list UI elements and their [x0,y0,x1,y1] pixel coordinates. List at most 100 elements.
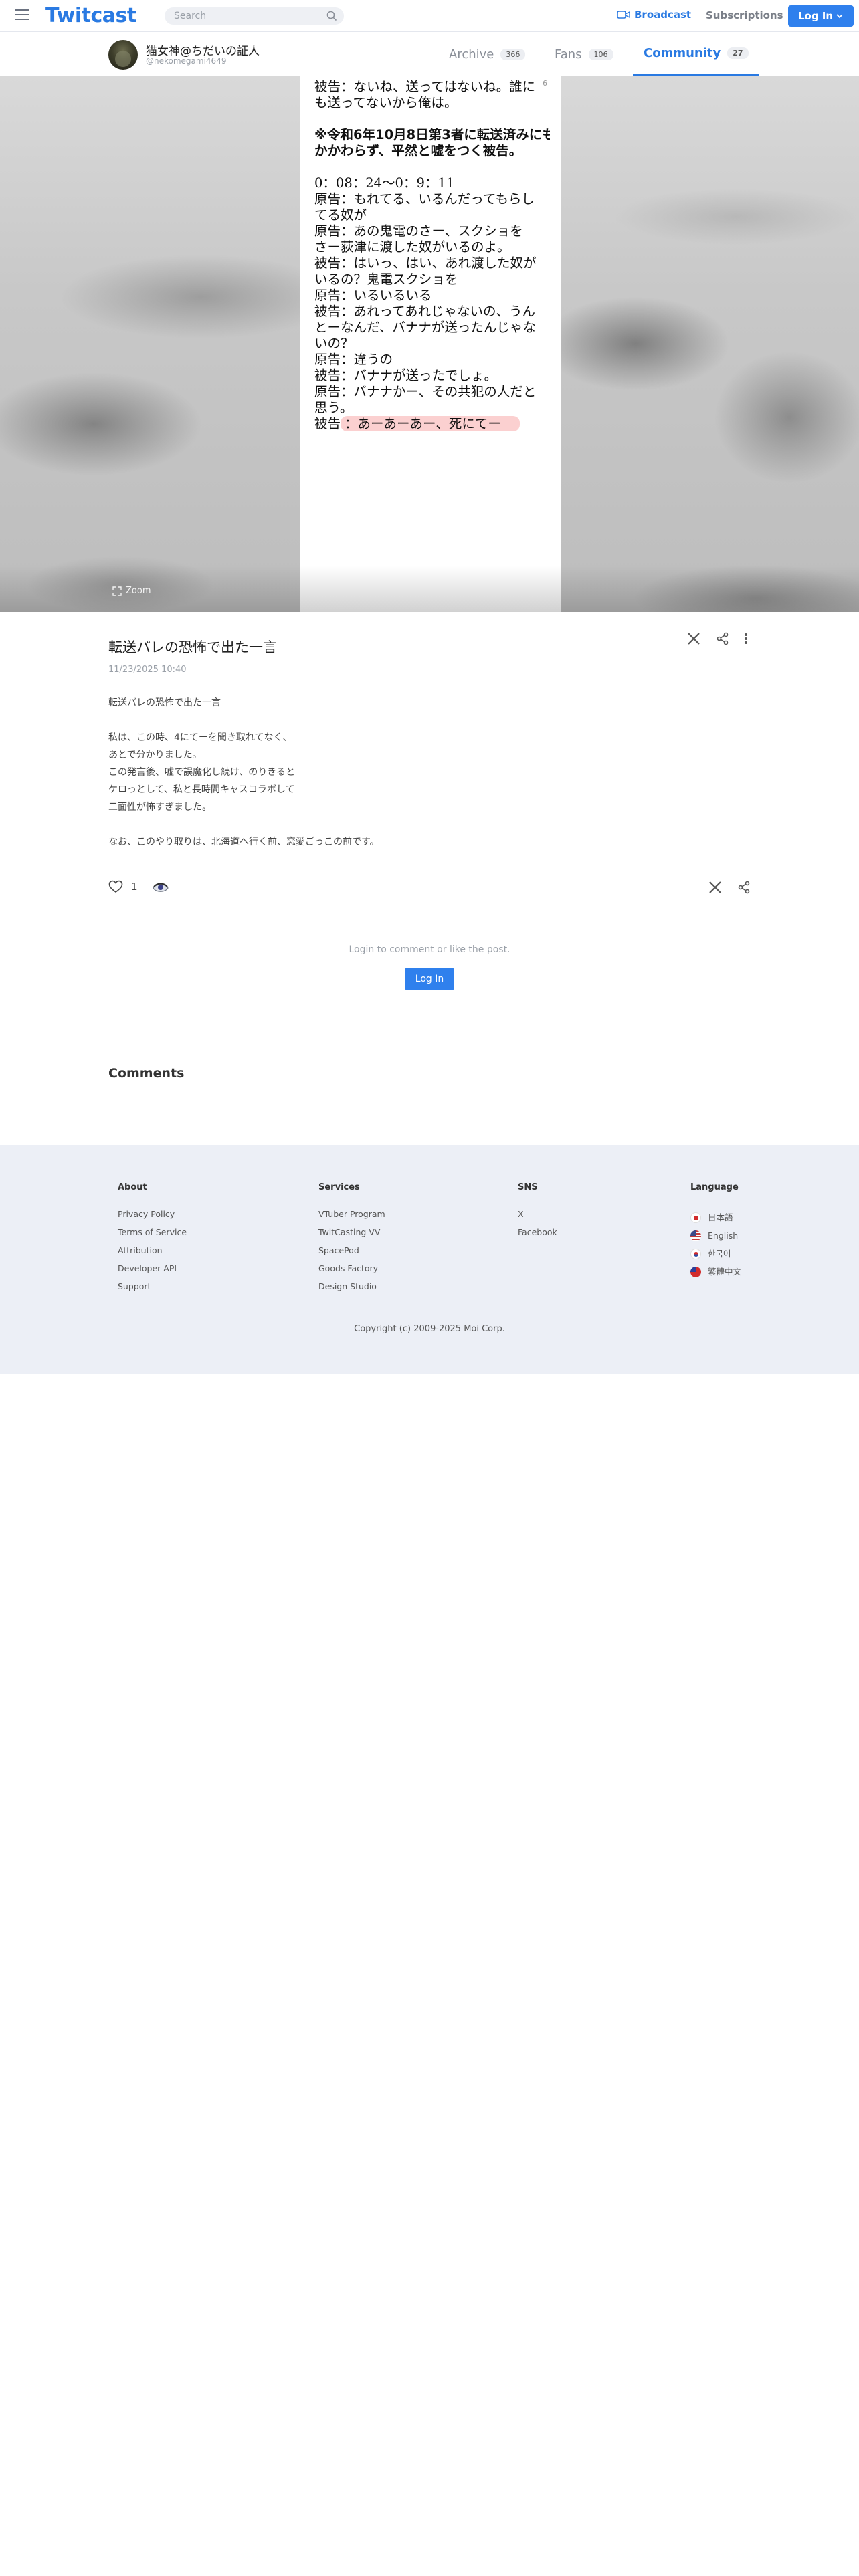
tab-community[interactable]: Community 27 [633,32,759,76]
tab-count: 106 [588,48,613,60]
share-actions [708,880,751,895]
transcript-line-highlighted: 被告 ：あーあーあー、死にてー [314,416,550,432]
footer-link[interactable]: Attribution [118,1245,187,1263]
tab-count: 27 [727,47,749,59]
search-input[interactable] [165,7,312,25]
footer-link[interactable]: Support [118,1281,187,1299]
language-option-ko[interactable]: 한국어 [690,1245,741,1263]
footer-link[interactable]: X [518,1208,557,1226]
post-title: 転送バレの恐怖で出た一言 [108,639,277,655]
expand-icon [112,586,122,596]
top-header: Twitcast Broadcast Subscriptions Log In [0,0,859,32]
footer-link[interactable]: Facebook [518,1226,557,1245]
footer-link[interactable]: Design Studio [318,1281,385,1299]
transcript-line: 原告：あの鬼電のさー、スクショを [314,223,523,239]
transcript-line: 原告：もれてる、いるんだってもらし [314,191,535,207]
comment-login-button[interactable]: Log In [405,968,454,990]
avatar-eye-icon[interactable] [153,883,169,893]
heart-icon [108,880,123,893]
broadcast-button[interactable]: Broadcast [617,9,691,21]
post-body-line: なお、このやり取りは、北海道へ行く前、恋愛ごっこの前です。 [108,837,379,847]
footer-language: Language 日本語 English 한국어 繁體中文 [690,1182,741,1281]
transcript-line: も送ってないから俺は。 [314,95,458,110]
copyright: Copyright (c) 2009-2025 Moi Corp. [354,1324,505,1334]
post-actions [686,631,748,646]
speaker-label: 被告 [314,416,341,431]
search-icon[interactable] [326,11,337,21]
footer-heading: Language [690,1182,739,1192]
twitcast-logo[interactable]: Twitcast [45,4,136,27]
x-share-icon[interactable] [686,631,701,646]
post-body: 転送バレの恐怖で出た一言 私は、この時、4にてーを聞き取れてなく、 あとで分かり… [108,694,379,851]
footer-heading: About [118,1182,147,1192]
subscriptions-link[interactable]: Subscriptions [706,9,783,21]
taiwan-flag-icon [690,1266,701,1277]
chevron-down-icon [836,14,843,19]
transcript-line: 原告：バナナかー、その共犯の人だと [314,384,537,399]
transcript-line: ※令和6年10月8日第3者に転送済みにも [314,127,550,142]
footer-link[interactable]: Developer API [118,1263,187,1281]
language-label: English [708,1230,739,1241]
footer-heading: SNS [518,1182,538,1192]
footer-link[interactable]: Privacy Policy [118,1208,187,1226]
language-label: 繁體中文 [708,1266,742,1277]
language-option-ja[interactable]: 日本語 [690,1208,741,1226]
login-button[interactable]: Log In [788,5,854,27]
image-viewer[interactable]: 6 被告：ないね、送ってはないね。誰に も送ってないから俺は。 ※令和6年10月… [0,76,859,612]
login-prompt: Login to comment or like the post. [349,944,510,955]
tab-label: Community [644,45,721,60]
share-icon[interactable] [737,881,751,894]
footer-link[interactable]: TwitCasting VV [318,1226,385,1245]
transcript-line: とーなんだ、バナナが送ったんじゃな [314,320,536,335]
menu-icon[interactable] [15,9,29,21]
footer-link[interactable]: VTuber Program [318,1208,385,1226]
reaction-bar: 1 [108,880,751,900]
footer-link[interactable]: Terms of Service [118,1226,187,1245]
tab-fans[interactable]: Fans 106 [555,32,613,76]
post-date: 11/23/2025 10:40 [108,665,187,675]
transcript-line: 被告：あれってあれじゃないの、うん [314,304,535,319]
us-flag-icon [690,1230,701,1241]
zoom-label: Zoom [126,586,151,596]
post-body-line: あとで分かりました。 [108,750,202,760]
post-body-line: 転送バレの恐怖で出た一言 [108,697,221,708]
transcript-line: さー荻津に渡した奴がいるのよ。 [314,239,510,255]
x-share-icon[interactable] [708,880,723,895]
footer: About Privacy Policy Terms of Service At… [0,1145,859,1374]
japan-flag-icon [690,1212,701,1223]
comments-heading: Comments [108,1066,185,1081]
share-icon[interactable] [716,632,729,645]
footer-services: Services VTuber Program TwitCasting VV S… [318,1182,385,1299]
tab-label: Fans [555,47,582,62]
footer-link[interactable]: Goods Factory [318,1263,385,1281]
tab-label: Archive [449,47,494,62]
video-camera-icon [617,11,630,19]
footer-link[interactable]: SpacePod [318,1245,385,1263]
profile-handle: @nekomegami4649 [146,56,227,66]
footer-about: About Privacy Policy Terms of Service At… [118,1182,187,1299]
transcript-line: 思う。 [314,400,353,415]
transcript-line: かかわらず、平然と嘘をつく被告。 [314,143,522,158]
transcript-line: いるの？鬼電スクショを [314,272,458,287]
language-label: 한국어 [708,1248,731,1259]
transcript-line: 原告：いるいるいる [314,288,432,303]
transcript-line: 原告：違うの [314,352,393,367]
language-option-en[interactable]: English [690,1226,741,1245]
transcript-line: てる奴が [314,207,367,223]
transcript-line: 被告：バナナが送ったでしょ。 [314,368,498,383]
post-body-line: 二面性が怖すぎました。 [108,802,211,813]
post-body-line: この発言後、嘘で誤魔化し続け、のりきると [108,767,296,778]
zoom-button[interactable]: Zoom [112,586,151,596]
login-label: Log In [797,10,834,22]
footer-heading: Services [318,1182,360,1192]
transcript-line: いの？ [314,336,354,351]
avatar[interactable] [108,40,138,70]
like-button[interactable]: 1 [108,880,138,893]
profile-bar: 猫女神@ちだいの証人 @nekomegami4649 Archive 366 F… [0,32,859,76]
like-count: 1 [131,881,138,893]
transcript-line: 被告：ないね、送ってはないね。誰に [314,79,536,94]
tab-archive[interactable]: Archive 366 [449,32,526,76]
language-option-zh[interactable]: 繁體中文 [690,1263,741,1281]
more-options-icon[interactable] [744,632,748,645]
transcript-line: 0：08：24〜0：9：11 [314,175,455,191]
